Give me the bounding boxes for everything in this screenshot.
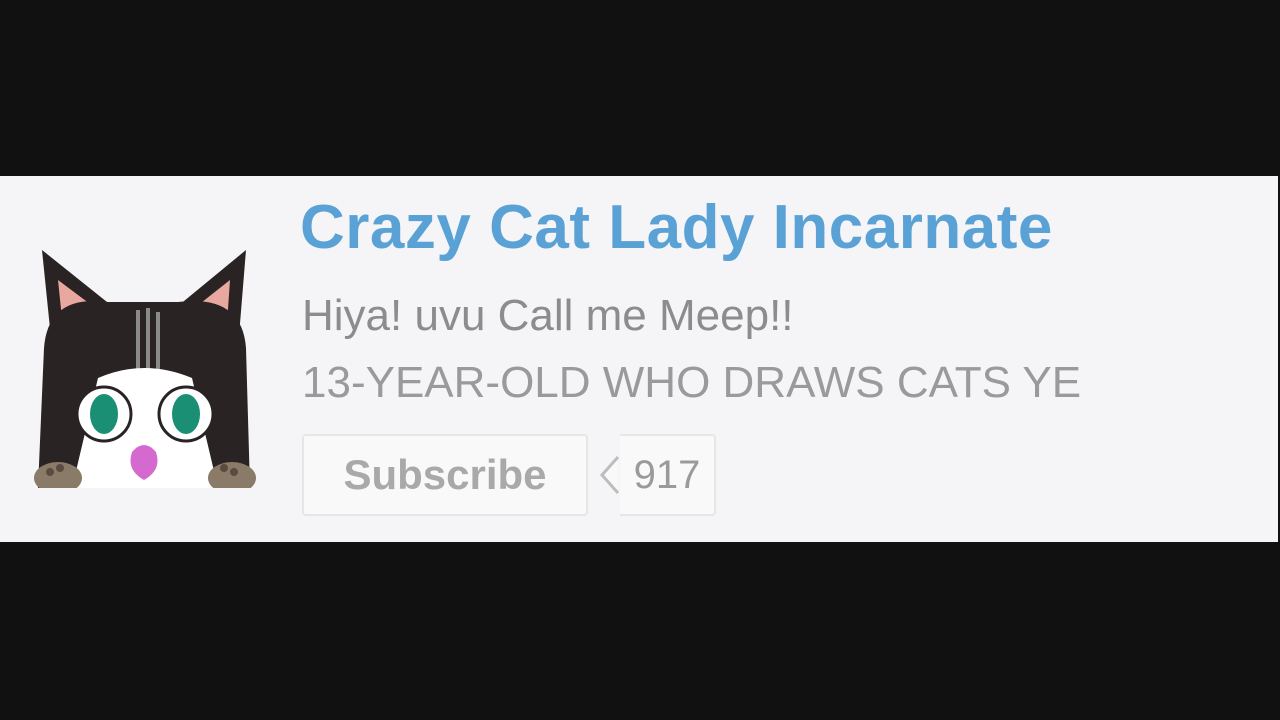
letterbox-top bbox=[0, 0, 1280, 176]
count-pointer-icon bbox=[598, 455, 620, 495]
subscriber-count-value: 917 bbox=[620, 434, 716, 516]
channel-avatar[interactable] bbox=[28, 198, 262, 488]
channel-description-line-1: Hiya! uvu Call me Meep!! bbox=[302, 291, 794, 340]
channel-name-link[interactable]: Crazy Cat Lady Incarnate bbox=[300, 192, 1053, 263]
channel-card: Crazy Cat Lady Incarnate Hiya! uvu Call … bbox=[0, 176, 1278, 542]
subscribe-button[interactable]: Subscribe bbox=[302, 434, 588, 516]
subscriber-count: 917 bbox=[598, 434, 716, 516]
cat-avatar-icon bbox=[28, 198, 262, 488]
channel-description-line-2: 13-YEAR-OLD WHO DRAWS CATS YE bbox=[302, 358, 1082, 407]
letterbox-bottom bbox=[0, 542, 1280, 720]
